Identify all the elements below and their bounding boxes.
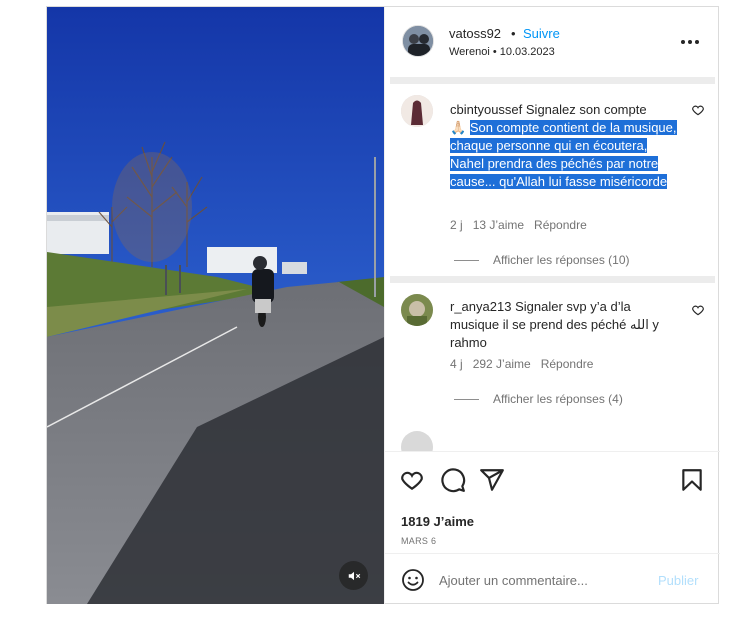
add-comment-bar: Publier — [385, 553, 720, 604]
post-date: MARS 6 — [401, 536, 437, 546]
divider — [390, 77, 715, 84]
pray-emoji: 🙏🏻 — [450, 120, 467, 135]
share-icon[interactable] — [479, 467, 505, 493]
heart-icon[interactable] — [691, 303, 705, 317]
commenter-avatar[interactable] — [401, 431, 433, 451]
separator-dot: • — [511, 26, 516, 41]
comment-text: Signalez son compte — [525, 102, 647, 117]
comment-like-count[interactable]: 292 J’aime — [473, 357, 531, 371]
post-header: vatoss92 • Suivre Werenoi • 10.03.2023 — [385, 7, 720, 77]
post-actions: 1819 J’aime MARS 6 — [385, 451, 720, 553]
comments-list[interactable]: cbintyoussef Signalez son compte 🙏🏻 Son … — [385, 85, 720, 451]
view-replies-button[interactable]: Afficher les réponses (10) — [454, 253, 630, 267]
comment-like-count[interactable]: 13 J’aime — [473, 218, 524, 232]
view-replies-button[interactable]: Afficher les réponses (4) — [454, 392, 623, 406]
comment-text-selected: Son compte contient de la musique, chaqu… — [450, 120, 677, 189]
emoji-icon[interactable] — [401, 568, 425, 592]
muted-speaker-icon — [348, 571, 360, 580]
reply-button[interactable]: Répondre — [534, 218, 587, 232]
like-count[interactable]: 1819 J’aime — [401, 514, 474, 529]
bookmark-icon[interactable] — [679, 467, 705, 493]
comment-age[interactable]: 4 j — [450, 357, 463, 371]
video-frame-image — [47, 7, 384, 604]
comment-age[interactable]: 2 j — [450, 218, 463, 232]
comment-item: r_anya213 Signaler svp y’a d’la musique … — [385, 283, 720, 413]
comment-input[interactable] — [439, 568, 649, 592]
comment-item-partial — [385, 431, 720, 451]
heart-icon[interactable] — [691, 103, 705, 117]
heart-icon[interactable] — [399, 467, 425, 493]
post-details-panel: vatoss92 • Suivre Werenoi • 10.03.2023 c… — [384, 7, 720, 604]
divider — [390, 276, 715, 283]
comment-item: cbintyoussef Signalez son compte 🙏🏻 Son … — [385, 85, 720, 270]
instagram-post-dialog: vatoss92 • Suivre Werenoi • 10.03.2023 c… — [46, 6, 720, 604]
comment-meta: 2 j 13 J’aime Répondre — [450, 218, 587, 232]
author-username[interactable]: vatoss92 — [449, 26, 501, 41]
comment-body: r_anya213 Signaler svp y’a d’la musique … — [450, 298, 680, 352]
comment-meta: 4 j 292 J’aime Répondre — [450, 357, 593, 371]
reply-button[interactable]: Répondre — [541, 357, 594, 371]
comment-icon[interactable] — [440, 467, 466, 493]
commenter-avatar[interactable] — [401, 294, 433, 326]
publish-button[interactable]: Publier — [658, 573, 698, 588]
post-audio-and-date[interactable]: Werenoi • 10.03.2023 — [449, 46, 555, 58]
view-replies-label: Afficher les réponses (10) — [493, 253, 630, 267]
author-avatar[interactable] — [402, 25, 434, 57]
commenter-username[interactable]: cbintyoussef — [450, 102, 522, 117]
commenter-avatar[interactable] — [401, 95, 433, 127]
more-options-icon[interactable] — [681, 33, 699, 51]
replies-line — [454, 398, 479, 400]
mute-toggle-button[interactable] — [339, 561, 368, 590]
comment-body: cbintyoussef Signalez son compte 🙏🏻 Son … — [450, 101, 680, 191]
follow-button[interactable]: Suivre — [523, 26, 560, 41]
commenter-username[interactable]: r_anya213 — [450, 299, 511, 314]
post-video[interactable] — [47, 7, 384, 604]
replies-line — [454, 259, 479, 261]
view-replies-label: Afficher les réponses (4) — [493, 392, 623, 406]
